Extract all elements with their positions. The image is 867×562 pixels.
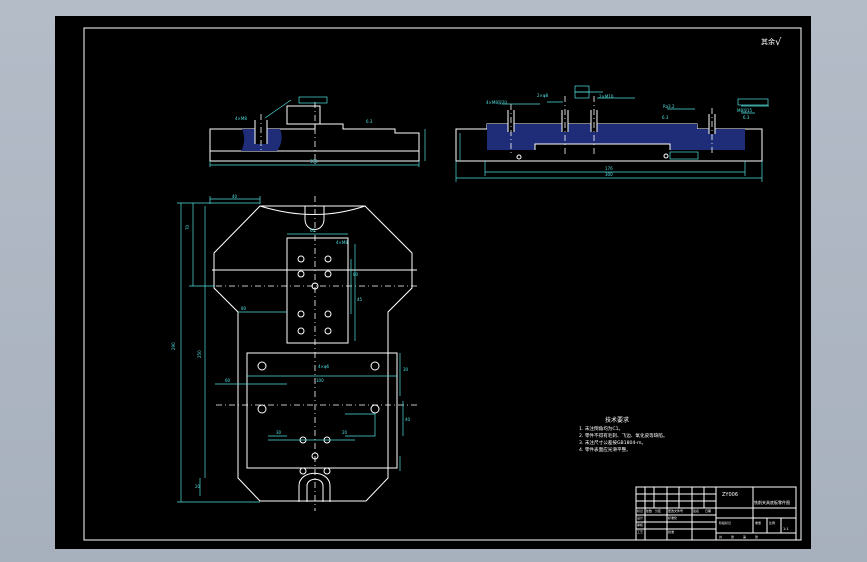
svg-text:审核: 审核 — [637, 522, 643, 527]
svg-text:2×φ8: 2×φ8 — [537, 93, 549, 98]
drawing-code: ZY006 — [722, 492, 738, 498]
svg-text:6.3: 6.3 — [662, 115, 669, 120]
svg-text:1:1: 1:1 — [783, 527, 789, 531]
tech-note-3: 3. 未注尺寸公差按GB1804-m。 — [579, 439, 646, 446]
svg-text:共: 共 — [719, 534, 722, 539]
svg-text:60: 60 — [310, 228, 316, 233]
svg-text:比例: 比例 — [769, 520, 775, 525]
cad-viewport[interactable]: { "rough_mark": "其余", "rough_symbol": "√… — [0, 0, 867, 562]
svg-text:签名: 签名 — [693, 508, 699, 513]
svg-text:300: 300 — [605, 172, 613, 177]
svg-text:标准化: 标准化 — [668, 515, 677, 520]
svg-text:张: 张 — [731, 534, 734, 539]
tech-title: 技术要求 — [605, 416, 629, 424]
svg-text:70: 70 — [185, 224, 190, 230]
svg-text:100: 100 — [316, 378, 324, 383]
svg-text:标记: 标记 — [637, 508, 643, 513]
svg-text:4×φ6: 4×φ6 — [318, 364, 330, 369]
svg-text:40: 40 — [232, 194, 238, 199]
svg-text:阶段标记: 阶段标记 — [719, 520, 731, 525]
svg-text:张: 张 — [755, 534, 758, 539]
svg-text:30: 30 — [403, 367, 409, 372]
cad-drawing-canvas[interactable]: 其余 √ 350 4×M8 6.3 176 300 4×M8深20 2×φ8 2… — [55, 16, 811, 549]
svg-text:20: 20 — [195, 484, 201, 489]
svg-text:290: 290 — [171, 342, 176, 350]
svg-text:重量: 重量 — [755, 520, 761, 525]
svg-text:设计: 设计 — [637, 515, 643, 520]
svg-text:Ra3.2: Ra3.2 — [663, 104, 675, 109]
svg-text:45: 45 — [357, 297, 363, 302]
svg-text:30: 30 — [276, 430, 282, 435]
svg-text:其余: 其余 — [761, 37, 775, 46]
tech-note-2: 2. 零件不得有毛刺、飞边、氧化皮等缺陷。 — [579, 432, 668, 439]
svg-text:350: 350 — [310, 159, 318, 164]
svg-text:80: 80 — [353, 272, 359, 277]
svg-text:√: √ — [775, 37, 782, 48]
tech-note-4: 4. 零件表面应光滑平整。 — [579, 446, 631, 453]
svg-text:批准: 批准 — [668, 529, 674, 534]
svg-text:20: 20 — [342, 430, 348, 435]
drawing-background — [55, 16, 811, 549]
svg-text:第: 第 — [743, 534, 746, 539]
svg-text:4×M8深20: 4×M8深20 — [486, 99, 507, 105]
svg-text:工艺: 工艺 — [637, 529, 643, 534]
tech-note-1: 1. 未注倒角均为C1。 — [579, 425, 623, 432]
svg-text:4×M8: 4×M8 — [336, 240, 348, 245]
svg-text:60: 60 — [225, 378, 231, 383]
drawing-name: 铣削夹具底板零件图 — [754, 499, 790, 505]
svg-text:更改文件号: 更改文件号 — [668, 508, 683, 513]
svg-text:80: 80 — [241, 306, 247, 311]
svg-text:6.3: 6.3 — [743, 115, 750, 120]
svg-text:250: 250 — [197, 350, 202, 358]
svg-text:M8深15: M8深15 — [737, 107, 753, 113]
svg-text:40: 40 — [405, 417, 411, 422]
svg-text:日期: 日期 — [705, 508, 711, 513]
svg-text:分区: 分区 — [655, 508, 661, 513]
svg-text:处数: 处数 — [646, 508, 652, 513]
svg-text:6.3: 6.3 — [366, 119, 373, 124]
svg-text:176: 176 — [605, 166, 613, 171]
svg-text:2×M10: 2×M10 — [599, 94, 614, 99]
svg-text:4×M8: 4×M8 — [235, 116, 247, 121]
